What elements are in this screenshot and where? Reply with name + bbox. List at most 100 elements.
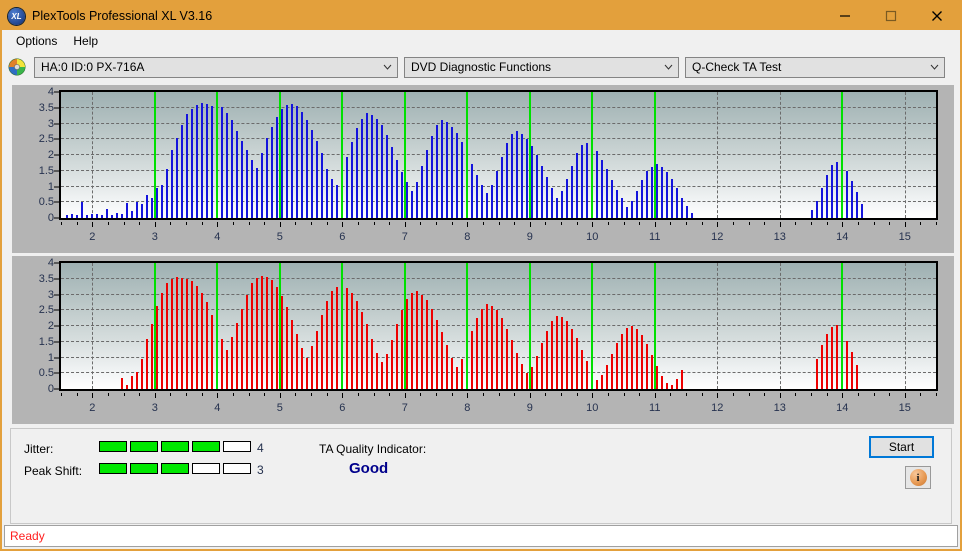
chart-bar	[186, 114, 189, 218]
chart-bar	[231, 337, 234, 389]
chart-marker-line	[216, 263, 219, 389]
x-axis-minor-tick	[76, 393, 78, 396]
chart-bar	[256, 167, 259, 218]
chart-bar	[261, 276, 264, 389]
drive-select[interactable]: HA:0 ID:0 PX-716A	[34, 56, 398, 78]
x-axis-tick-label: 14	[836, 231, 849, 243]
chart-bar	[661, 166, 664, 218]
menu-item-options[interactable]: Options	[8, 32, 65, 50]
chart-bar	[846, 341, 849, 389]
chart-bar	[66, 215, 69, 218]
x-axis-minor-tick	[701, 393, 703, 396]
x-axis-minor-tick	[639, 393, 641, 396]
chart-bar	[336, 184, 339, 218]
x-axis-tick-label: 5	[276, 231, 283, 243]
chart-bar	[551, 321, 554, 389]
chart-bar	[461, 142, 464, 218]
close-icon[interactable]	[914, 2, 960, 30]
chart-bar	[676, 188, 679, 218]
meter-segment	[192, 441, 220, 452]
chart-bar	[471, 164, 474, 218]
chart-bar	[831, 326, 834, 389]
chart-bar	[176, 137, 179, 218]
test-select[interactable]: Q-Check TA Test	[685, 56, 945, 78]
x-axis-minor-tick	[514, 222, 516, 225]
chart-bar	[241, 308, 244, 389]
chart-bar	[511, 133, 514, 218]
chart-bar	[476, 175, 479, 218]
x-axis-minor-tick	[451, 393, 453, 396]
chart-bar	[421, 166, 424, 218]
chart-bar	[586, 143, 589, 218]
chart-bar	[291, 103, 294, 218]
x-axis-tick-label: 11	[649, 402, 661, 414]
chart-bar	[111, 214, 114, 218]
chart-marker-line	[466, 92, 469, 218]
meter-segment	[99, 463, 127, 474]
x-axis-tick-label: 8	[464, 402, 471, 414]
x-axis-minor-tick	[311, 393, 312, 396]
chart-bar	[636, 191, 639, 218]
x-axis-minor-tick	[357, 393, 359, 396]
chart-bar	[116, 212, 119, 218]
chart-bar	[626, 206, 629, 218]
x-axis-tick-mark	[404, 393, 406, 398]
chart-bar	[286, 307, 289, 389]
x-axis-tick-label: 7	[401, 231, 408, 243]
chart-bar	[431, 308, 434, 389]
x-axis-tick-label: 13	[773, 231, 786, 243]
x-axis-minor-tick	[186, 393, 187, 396]
x-axis-tick-mark	[779, 222, 781, 227]
x-axis-tick-mark	[842, 222, 844, 227]
menu-item-help[interactable]: Help	[65, 32, 106, 50]
x-axis-minor-tick	[311, 222, 312, 225]
peak-shift-value: 3	[257, 463, 264, 477]
maximize-icon[interactable]	[868, 2, 914, 30]
chart-marker-line	[591, 92, 594, 218]
function-select[interactable]: DVD Diagnostic Functions	[404, 56, 679, 78]
minimize-icon[interactable]	[822, 2, 868, 30]
status-text: Ready	[10, 529, 45, 543]
chart-bar	[836, 161, 839, 218]
chart-bar	[376, 118, 379, 218]
meter-segment	[130, 441, 158, 452]
x-axis-minor-tick	[607, 393, 609, 396]
chart-bar	[191, 109, 194, 218]
title-bar: XL PlexTools Professional XL V3.16	[2, 2, 960, 30]
chart-bar	[351, 142, 354, 218]
x-axis-minor-tick	[607, 222, 609, 225]
x-axis-tick-mark	[92, 393, 94, 398]
x-axis-minor-tick	[123, 222, 125, 225]
chart-bar	[141, 203, 144, 218]
x-axis-minor-tick	[701, 222, 703, 225]
chart-bar	[516, 131, 519, 218]
chart-bar	[321, 153, 324, 218]
chart-bar	[606, 169, 609, 218]
x-axis-minor-tick	[545, 222, 547, 225]
x-axis-minor-tick	[686, 222, 687, 225]
x-axis-minor-tick	[123, 393, 125, 396]
jitter-label: Jitter:	[24, 442, 54, 456]
x-axis-minor-tick	[264, 222, 266, 225]
chart-bar	[616, 189, 619, 218]
x-axis-minor-tick	[264, 393, 266, 396]
chart-bar	[366, 113, 369, 218]
chart-bar	[176, 277, 179, 389]
x-axis-tick-label: 14	[836, 402, 849, 414]
info-button[interactable]: i	[905, 466, 931, 489]
x-axis-minor-tick	[107, 222, 109, 225]
chart-bar	[646, 171, 649, 218]
chart-bar	[391, 340, 394, 389]
chart-bar	[356, 300, 359, 389]
chart-bar	[301, 348, 304, 389]
chart-marker-line	[528, 92, 531, 218]
chart-bar	[536, 355, 539, 389]
chart-bar	[416, 181, 419, 218]
chart-bar	[551, 188, 554, 218]
start-button[interactable]: Start	[869, 436, 934, 458]
chart-bar	[236, 131, 239, 218]
jitter-chart-plot	[59, 90, 938, 220]
chart-bar	[391, 147, 394, 218]
x-axis-minor-tick	[232, 393, 234, 396]
x-axis-minor-tick	[186, 222, 187, 225]
